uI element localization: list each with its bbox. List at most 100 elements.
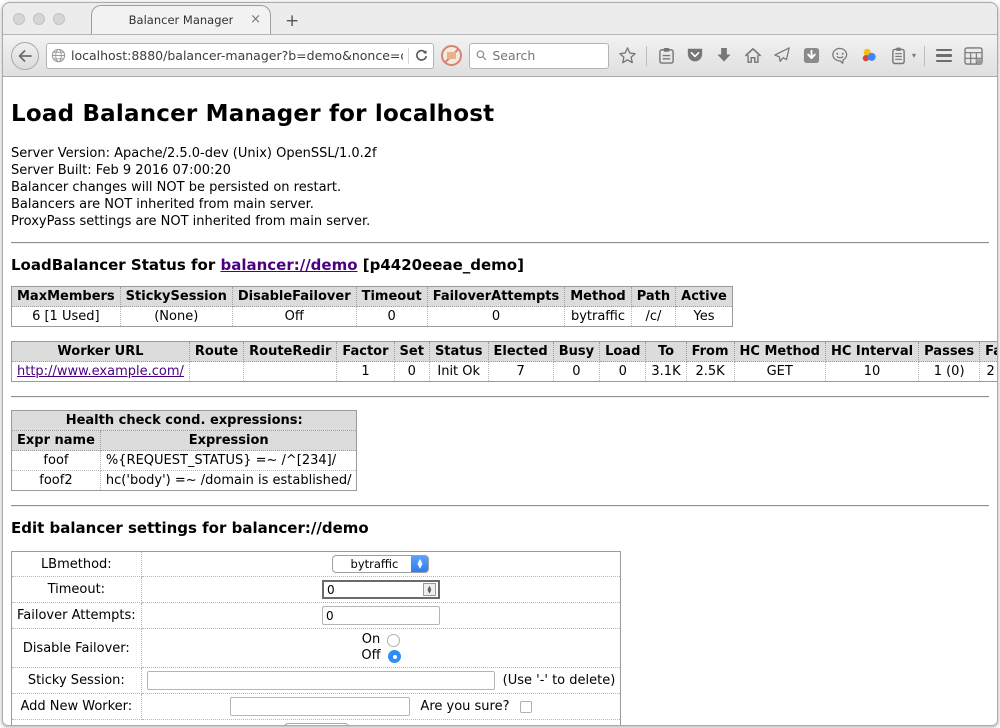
number-spinner-icon[interactable]: ▲▼ [423,583,436,596]
grid-panel-icon [964,47,983,65]
pocket-icon [686,47,704,64]
status-heading-prefix: LoadBalancer Status for [11,256,220,274]
status-heading-suffix: [p4420eeae_demo] [358,256,524,274]
search-input[interactable] [492,48,602,63]
proxypass-note-line: ProxyPass settings are NOT inherited fro… [11,213,989,230]
col-stickysession: StickySession [120,287,232,307]
divider [11,396,989,398]
tab-bar: Balancer Manager × + [3,3,997,35]
tab-close-icon[interactable]: × [250,12,261,27]
tab-title: Balancer Manager [129,13,234,27]
add-worker-input[interactable] [230,697,410,716]
sidebar-toggle-button[interactable] [962,45,984,67]
page-title: Load Balancer Manager for localhost [11,101,989,127]
browser-window: Balancer Manager × + [2,2,998,726]
timeout-label: Timeout: [12,577,142,603]
window-controls [13,13,65,25]
select-stepper-icon: ▲▼ [411,556,428,572]
window-close-button[interactable] [13,13,25,25]
timeout-value: 0 [324,583,423,597]
edit-balancer-form: LBmethod: bytraffic ▲▼ Timeout: 0 ▲▼ [11,551,621,725]
search-bar[interactable] [469,43,609,69]
failover-off-radio[interactable] [388,650,401,663]
new-tab-button[interactable]: + [285,13,299,30]
send-addon-button[interactable] [771,45,793,67]
download-arrow-icon [716,47,732,64]
back-arrow-icon [18,50,32,62]
bookmark-star-button[interactable] [616,45,638,67]
col-worker-url: Worker URL [12,342,190,362]
bookmarks-menu-button[interactable] [655,45,677,67]
failover-on-radio[interactable] [387,634,400,647]
health-expr-row: foof %{REQUEST_STATUS} =~ /^[234]/ [12,451,357,471]
colordots-addon-button[interactable] [858,45,880,67]
balancer-demo-link[interactable]: balancer://demo [220,256,357,274]
table-title-row: Health check cond. expressions: [12,411,357,431]
col-path: Path [631,287,675,307]
submit-button[interactable]: Submit [284,723,349,725]
clipboard-icon [658,47,675,65]
server-info: Server Version: Apache/2.5.0-dev (Unix) … [11,145,989,230]
are-you-sure-checkbox[interactable] [520,701,532,713]
browser-tab[interactable]: Balancer Manager × [91,5,271,34]
persist-note-line: Balancer changes will NOT be persisted o… [11,179,989,196]
toolbar-separator [646,46,647,66]
failover-attempts-input[interactable] [322,606,440,625]
divider [11,242,989,244]
pocket-button[interactable] [684,45,706,67]
menu-button[interactable] [933,45,955,67]
col-disablefailover: DisableFailover [232,287,356,307]
window-minimize-button[interactable] [33,13,45,25]
col-expression: Expression [100,431,357,451]
col-active: Active [676,287,733,307]
lbmethod-select[interactable]: bytraffic ▲▼ [332,555,429,573]
navigation-toolbar: ▾ [3,35,997,77]
download-square-icon [803,47,820,64]
url-input[interactable] [71,48,403,63]
table-header-row: MaxMembers StickySession DisableFailover… [12,287,733,307]
window-zoom-button[interactable] [53,13,65,25]
url-bar[interactable] [46,43,434,69]
edit-settings-heading: Edit balancer settings for balancer://de… [11,519,989,537]
add-worker-label: Add New Worker: [12,694,142,720]
loadbalancer-status-heading: LoadBalancer Status for balancer://demo … [11,256,989,274]
worker-status-table: Worker URL Route RouteRedir Factor Set S… [11,341,997,382]
radio-off-label: Off [361,648,380,664]
timeout-input[interactable]: 0 ▲▼ [322,580,440,599]
add-worker-row: Add New Worker: Are you sure? [12,694,621,720]
failover-attempts-label: Failover Attempts: [12,603,142,629]
disable-failover-label: Disable Failover: [12,629,142,668]
are-you-sure-label: Are you sure? [420,699,509,714]
col-method: Method [565,287,631,307]
back-button[interactable] [11,42,39,70]
balancer-status-table: MaxMembers StickySession DisableFailover… [11,286,733,327]
health-check-table: Health check cond. expressions: Expr nam… [11,410,357,491]
smiley-bubble-icon [831,47,849,64]
star-icon [618,46,637,65]
content-blocked-icon[interactable] [441,45,462,66]
search-icon [476,49,487,62]
table-header-row: Worker URL Route RouteRedir Factor Set S… [12,342,998,362]
timeout-row: Timeout: 0 ▲▼ [12,577,621,603]
inherit-note-line: Balancers are NOT inherited from main se… [11,196,989,213]
home-button[interactable] [742,45,764,67]
worker-url-link[interactable]: http://www.example.com/ [17,364,184,379]
addon-dropdown-caret[interactable]: ▾ [912,51,916,60]
clipboard-addon-button[interactable] [887,45,909,67]
worker-row: http://www.example.com/ 1 0 Init Ok 7 0 … [12,362,998,382]
chat-addon-button[interactable] [829,45,851,67]
server-built-line: Server Built: Feb 9 2016 07:00:20 [11,162,989,179]
downloads-button[interactable] [713,45,735,67]
sticky-session-label: Sticky Session: [12,668,142,694]
video-download-addon-button[interactable] [800,45,822,67]
reload-icon[interactable] [414,48,429,63]
disable-failover-row: Disable Failover: On Off [12,629,621,668]
health-table-title: Health check cond. expressions: [12,411,357,431]
health-expr-row: foof2 hc('body') =~ /domain is establish… [12,471,357,491]
page-content: Load Balancer Manager for localhost Serv… [3,77,997,725]
submit-row: Submit [12,720,621,726]
globe-icon [51,48,66,63]
table-row: 6 [1 Used] (None) Off 0 0 bytraffic /c/ … [12,307,733,327]
sticky-session-input[interactable] [147,671,495,690]
color-dots-icon [860,47,878,64]
